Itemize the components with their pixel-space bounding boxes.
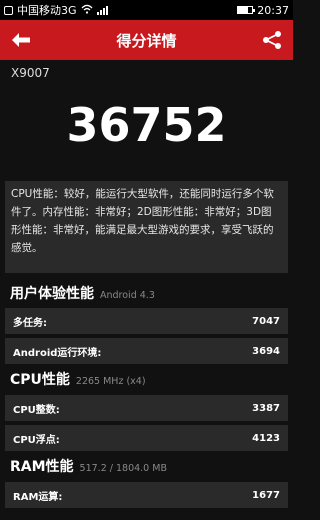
row-label: CPU整数:	[13, 404, 60, 416]
back-arrow-icon	[12, 33, 30, 47]
section-header-ux: 用户体验性能 Android 4.3	[0, 283, 293, 305]
header-bar: 得分详情	[0, 20, 293, 60]
score-row-cpu-float: CPU浮点: 4123	[5, 425, 288, 451]
section-title: CPU性能	[10, 372, 70, 388]
battery-icon	[237, 6, 256, 14]
section-subtitle: 517.2 / 1804.0 MB	[79, 463, 167, 474]
carrier-label: 中国移动3G	[17, 4, 77, 17]
share-icon	[263, 31, 281, 49]
row-value: 7047	[252, 315, 280, 327]
total-score: 36752	[66, 98, 227, 152]
device-name: X9007	[11, 66, 50, 80]
row-value: 3694	[252, 345, 280, 357]
row-value: 4123	[252, 432, 280, 444]
row-label: Android运行环境:	[13, 347, 102, 359]
row-label: RAM运算:	[13, 491, 63, 503]
signal-icon	[96, 5, 108, 15]
section-title: RAM性能	[10, 459, 74, 475]
status-bar: 中国移动3G 20:37	[0, 0, 293, 20]
section-subtitle: Android 4.3	[100, 290, 155, 301]
wifi-icon	[81, 4, 93, 17]
section-header-ram: RAM性能 517.2 / 1804.0 MB	[0, 456, 293, 478]
row-value: 3387	[252, 402, 280, 414]
share-button[interactable]	[257, 25, 287, 55]
sim-icon	[4, 5, 13, 15]
score-row-multitask: 多任务: 7047	[5, 308, 288, 334]
page-title: 得分详情	[116, 31, 177, 50]
score-row-ram-operation: RAM运算: 1677	[5, 482, 288, 508]
score-row-cpu-integer: CPU整数: 3387	[5, 395, 288, 421]
performance-description: CPU性能：较好，能运行大型软件，还能同时运行多个软件了。内存性能：非常好；2D…	[5, 181, 288, 273]
section-header-cpu: CPU性能 2265 MHz (x4)	[0, 369, 293, 391]
row-label: 多任务:	[13, 317, 47, 329]
row-value: 1677	[252, 489, 280, 501]
score-row-android-runtime: Android运行环境: 3694	[5, 338, 288, 364]
row-label: CPU浮点:	[13, 434, 60, 446]
status-time: 20:37	[257, 3, 289, 17]
back-button[interactable]	[6, 25, 36, 55]
section-subtitle: 2265 MHz (x4)	[75, 376, 146, 387]
section-title: 用户体验性能	[10, 286, 94, 302]
